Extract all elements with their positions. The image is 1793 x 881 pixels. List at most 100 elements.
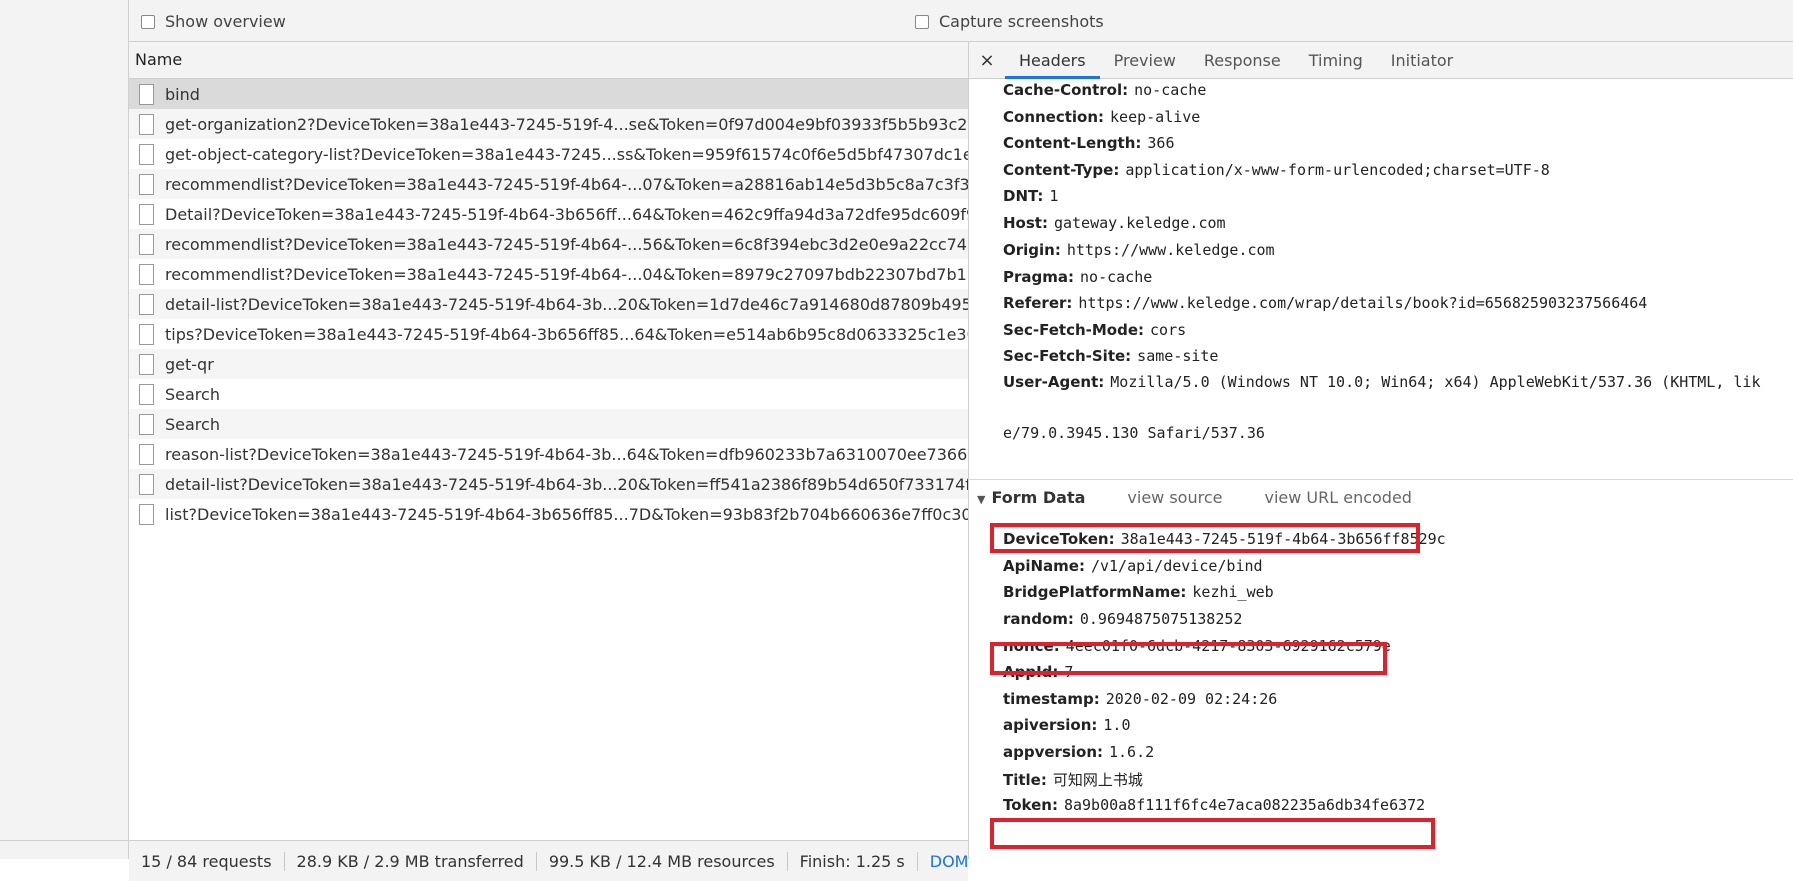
header-row: User-Agent: Mozilla/5.0 (Windows NT 10.0;… xyxy=(1003,373,1761,391)
tab-initiator[interactable]: Initiator xyxy=(1377,42,1467,78)
request-row[interactable]: detail-list?DeviceToken=38a1e443-7245-51… xyxy=(129,289,968,319)
highlight-box-token xyxy=(990,818,1435,849)
file-icon xyxy=(139,113,154,135)
file-icon xyxy=(139,503,154,525)
file-icon xyxy=(139,203,154,225)
header-value: cors xyxy=(1150,321,1187,339)
request-rows: bind get-organization2?DeviceToken=38a1e4… xyxy=(129,79,968,529)
request-name: Search xyxy=(165,414,220,434)
request-name: recommendlist?DeviceToken=38a1e443-7245-… xyxy=(165,174,968,194)
request-row[interactable]: bind xyxy=(129,79,968,109)
tab-headers[interactable]: Headers xyxy=(1005,42,1100,79)
transferred-size: 28.9 KB / 2.9 MB transferred xyxy=(285,851,537,871)
resources-size: 99.5 KB / 12.4 MB resources xyxy=(537,851,788,871)
form-field-value: 1.0 xyxy=(1103,716,1131,734)
form-field-row: appversion: 1.6.2 xyxy=(1003,743,1154,761)
form-field-row: BridgePlatformName: kezhi_web xyxy=(1003,583,1274,601)
section-divider xyxy=(969,479,1793,480)
show-overview-checkbox[interactable]: Show overview xyxy=(141,12,286,31)
request-row[interactable]: tips?DeviceToken=38a1e443-7245-519f-4b64… xyxy=(129,319,968,349)
file-icon xyxy=(139,413,154,435)
name-column-header[interactable]: Name xyxy=(129,42,968,79)
request-name: get-object-category-list?DeviceToken=38a… xyxy=(165,144,968,164)
view-url-encoded-link[interactable]: view URL encoded xyxy=(1264,488,1411,507)
request-row[interactable]: Search xyxy=(129,409,968,439)
header-key: Referer: xyxy=(1003,294,1073,312)
request-name: list?DeviceToken=38a1e443-7245-519f-4b64… xyxy=(165,504,968,524)
header-value: no-cache xyxy=(1134,81,1207,99)
capture-screenshots-checkbox[interactable]: Capture screenshots xyxy=(915,12,1104,31)
file-icon xyxy=(139,443,154,465)
request-list-panel: Name bind get-organization2?DeviceToken=3… xyxy=(129,42,969,881)
file-icon xyxy=(139,353,154,375)
header-key: Content-Type: xyxy=(1003,161,1120,179)
file-icon xyxy=(139,83,154,105)
form-field-row: apiversion: 1.0 xyxy=(1003,716,1131,734)
request-row[interactable]: detail-list?DeviceToken=38a1e443-7245-51… xyxy=(129,469,968,499)
tab-timing[interactable]: Timing xyxy=(1295,42,1377,78)
request-row[interactable]: recommendlist?DeviceToken=38a1e443-7245-… xyxy=(129,259,968,289)
header-key: Origin: xyxy=(1003,241,1061,259)
header-key: DNT: xyxy=(1003,187,1044,205)
triangle-down-icon[interactable]: ▼ xyxy=(977,493,985,506)
header-row: DNT: 1 xyxy=(1003,187,1058,205)
form-field-value: 0.9694875075138252 xyxy=(1079,610,1243,628)
file-icon xyxy=(139,293,154,315)
request-row[interactable]: recommendlist?DeviceToken=38a1e443-7245-… xyxy=(129,169,968,199)
header-key: Pragma: xyxy=(1003,268,1075,286)
view-source-link[interactable]: view source xyxy=(1127,488,1222,507)
header-row: Host: gateway.keledge.com xyxy=(1003,214,1226,232)
form-field-value: kezhi_web xyxy=(1192,583,1274,601)
request-count: 15 / 84 requests xyxy=(129,851,285,871)
header-key: Sec-Fetch-Site: xyxy=(1003,347,1132,365)
checkbox-icon[interactable] xyxy=(915,14,929,29)
form-field-row: ApiName: /v1/api/device/bind xyxy=(1003,557,1263,575)
file-icon xyxy=(139,473,154,495)
close-icon[interactable]: × xyxy=(969,42,1005,78)
file-icon xyxy=(139,173,154,195)
header-row: Origin: https://www.keledge.com xyxy=(1003,241,1275,259)
header-row: Cache-Control: no-cache xyxy=(1003,81,1206,99)
request-row[interactable]: get-qr xyxy=(129,349,968,379)
checkbox-icon[interactable] xyxy=(141,14,155,29)
request-row[interactable]: recommendlist?DeviceToken=38a1e443-7245-… xyxy=(129,229,968,259)
header-value: Mozilla/5.0 (Windows NT 10.0; Win64; x64… xyxy=(1110,373,1761,391)
request-row[interactable]: get-object-category-list?DeviceToken=38a… xyxy=(129,139,968,169)
tab-preview[interactable]: Preview xyxy=(1100,42,1190,78)
finish-time: Finish: 1.25 s xyxy=(788,851,918,871)
header-key: Sec-Fetch-Mode: xyxy=(1003,321,1145,339)
header-value: no-cache xyxy=(1080,268,1153,286)
file-icon xyxy=(139,143,154,165)
form-field-row: timestamp: 2020-02-09 02:24:26 xyxy=(1003,690,1277,708)
request-name: get-organization2?DeviceToken=38a1e443-7… xyxy=(165,114,968,134)
request-name: Detail?DeviceToken=38a1e443-7245-519f-4b… xyxy=(165,204,968,224)
header-key: Content-Length: xyxy=(1003,134,1142,152)
header-value: 366 xyxy=(1147,134,1175,152)
highlight-box-devicetoken xyxy=(990,523,1420,553)
request-row[interactable]: reason-list?DeviceToken=38a1e443-7245-51… xyxy=(129,439,968,469)
highlight-box-nonce xyxy=(990,642,1387,675)
form-data-title: Form Data xyxy=(991,488,1086,507)
request-name: recommendlist?DeviceToken=38a1e443-7245-… xyxy=(165,234,968,254)
network-status-bar: 15 / 84 requests 28.9 KB / 2.9 MB transf… xyxy=(129,840,968,881)
request-row[interactable]: Search xyxy=(129,379,968,409)
form-field-key: BridgePlatformName: xyxy=(1003,583,1187,601)
request-headers-list: e/79.0.3945.130 Safari/537.36 Cache-Cont… xyxy=(969,79,1793,479)
request-row[interactable]: get-organization2?DeviceToken=38a1e443-7… xyxy=(129,109,968,139)
form-field-key: appversion: xyxy=(1003,743,1103,761)
form-field-row: Token: 8a9b00a8f111f6fc4e7aca082235a6db34… xyxy=(1003,796,1425,814)
capture-screenshots-label: Capture screenshots xyxy=(939,12,1104,31)
tab-response[interactable]: Response xyxy=(1190,42,1295,78)
request-row[interactable]: list?DeviceToken=38a1e443-7245-519f-4b64… xyxy=(129,499,968,529)
file-icon xyxy=(139,263,154,285)
header-value: https://www.keledge.com xyxy=(1066,241,1275,259)
file-icon xyxy=(139,383,154,405)
header-value: keep-alive xyxy=(1110,108,1201,126)
form-data-header[interactable]: ▼ Form Data view source view URL encoded xyxy=(977,488,1412,507)
show-overview-label: Show overview xyxy=(165,12,286,31)
request-row[interactable]: Detail?DeviceToken=38a1e443-7245-519f-4b… xyxy=(129,199,968,229)
detail-tabs: × Headers Preview Response Timing Initia… xyxy=(969,42,1793,79)
form-field-key: random: xyxy=(1003,610,1074,628)
form-field-key: timestamp: xyxy=(1003,690,1100,708)
domcontentloaded-link[interactable]: DOMCor xyxy=(918,852,968,871)
